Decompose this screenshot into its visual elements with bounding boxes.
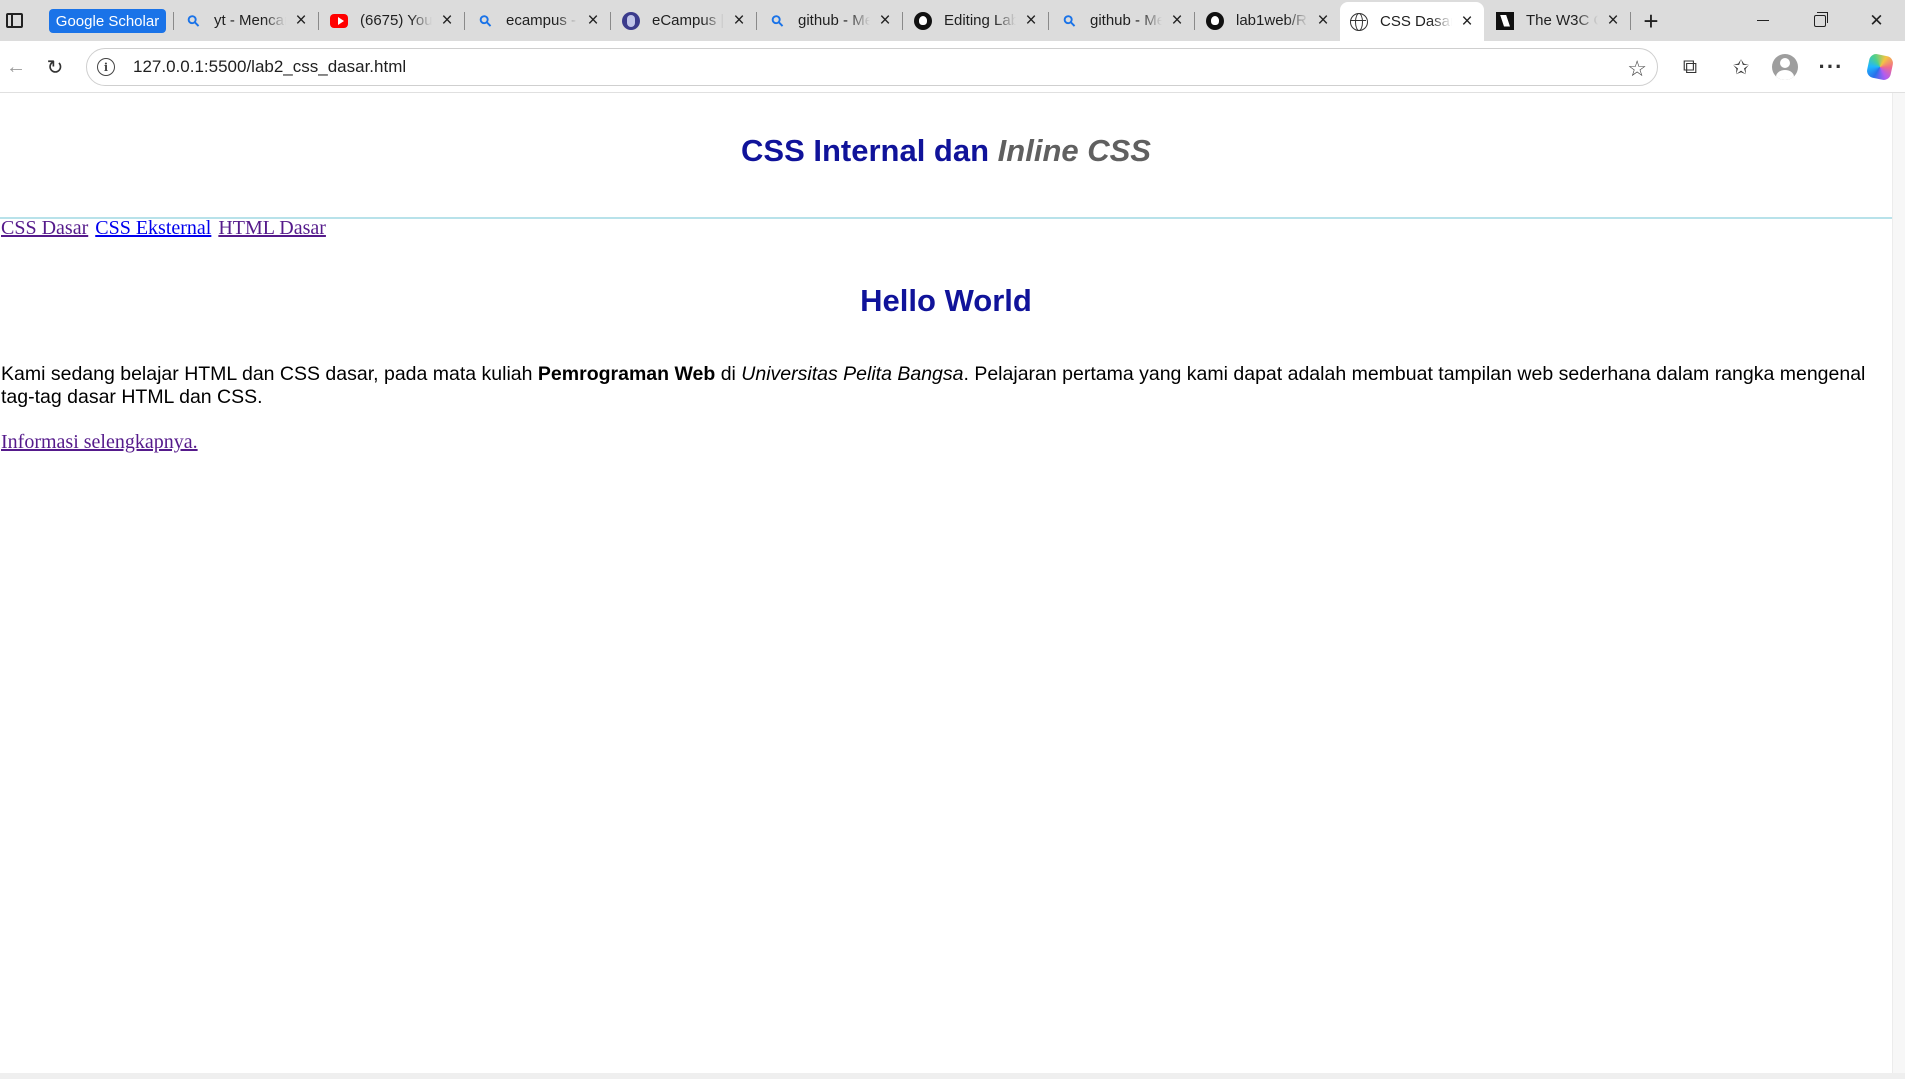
window-close-icon[interactable]: ✕	[1848, 0, 1905, 41]
close-icon[interactable]: ×	[730, 10, 748, 31]
page-title-plain: CSS Internal dan	[741, 133, 998, 168]
paragraph-italic: Universitas Pelita Bangsa	[741, 363, 964, 385]
close-icon[interactable]: ×	[1604, 10, 1622, 31]
tab-label: github - Mencari	[798, 12, 870, 29]
tab-label: yt - Mencari	[214, 12, 286, 29]
back-icon[interactable]: ←	[0, 51, 32, 83]
paragraph-text: Kami sedang belajar HTML dan CSS dasar, …	[1, 363, 538, 385]
more-info-link[interactable]: Informasi selengkapnya.	[1, 431, 198, 454]
tab-label: lab1web/README	[1236, 12, 1308, 29]
address-bar[interactable]: i 127.0.0.1:5500/lab2_css_dasar.html ☆	[86, 48, 1658, 86]
paragraph-bold: Pemrograman Web	[537, 363, 716, 385]
address-url[interactable]: 127.0.0.1:5500/lab2_css_dasar.html	[133, 57, 406, 77]
new-tab-icon[interactable]: +	[1636, 6, 1666, 36]
search-icon: ⚲	[767, 10, 788, 31]
reload-icon[interactable]: ↻	[39, 51, 71, 83]
tab-editing-lab[interactable]: Editing Lab ×	[904, 4, 1049, 37]
tab-label: (6675) YouTube	[360, 12, 432, 29]
tab-youtube[interactable]: (6675) YouTube ×	[320, 4, 465, 37]
page-nav: CSS Dasar CSS Eksternal HTML Dasar	[1, 217, 328, 240]
favorite-star-icon[interactable]: ☆	[1627, 56, 1647, 82]
globe-icon	[1350, 12, 1368, 31]
tab-label: CSS Dasar	[1380, 13, 1452, 30]
close-icon[interactable]: ×	[1168, 10, 1186, 31]
profile-avatar[interactable]	[1769, 51, 1801, 83]
window-bottom-edge	[0, 1073, 1905, 1079]
content-heading: Hello World	[860, 283, 1032, 318]
close-icon[interactable]: ×	[584, 10, 602, 31]
tab-lab1web[interactable]: lab1web/README ×	[1196, 4, 1340, 37]
page-scrollbar[interactable]	[1892, 93, 1905, 1076]
tab-google-scholar[interactable]: Google Scholar	[49, 9, 166, 33]
ecampus-icon	[622, 11, 640, 30]
copilot-icon[interactable]	[1864, 51, 1896, 83]
search-icon: ⚲	[183, 10, 204, 31]
nav-link-css-dasar[interactable]: CSS Dasar	[1, 217, 88, 239]
site-info-icon[interactable]: i	[97, 58, 115, 76]
browser-toolbar: ← ↻ i 127.0.0.1:5500/lab2_css_dasar.html…	[0, 41, 1905, 93]
tab-label: The W3C CSS	[1526, 12, 1598, 29]
nav-link-css-eksternal[interactable]: CSS Eksternal	[95, 217, 211, 239]
tab-label: ecampus - Cari	[506, 12, 578, 29]
tab-css-dasar[interactable]: CSS Dasar ×	[1340, 2, 1484, 41]
window-controls: ✕	[1734, 0, 1905, 41]
tab-actions-icon[interactable]	[0, 0, 28, 41]
tab-ecampus-search[interactable]: ⚲ ecampus - Cari ×	[466, 4, 611, 37]
minimize-icon[interactable]	[1734, 0, 1791, 41]
content-paragraph: Kami sedang belajar HTML dan CSS dasar, …	[1, 363, 1881, 409]
tab-label: Google Scholar	[55, 12, 160, 30]
more-options-icon[interactable]: ···	[1815, 51, 1847, 83]
close-icon[interactable]: ×	[292, 10, 310, 31]
tab-label: github - Mencari	[1090, 12, 1162, 29]
paragraph-text: di	[715, 363, 742, 385]
nav-link-html-dasar[interactable]: HTML Dasar	[218, 217, 326, 239]
search-icon: ⚲	[475, 10, 496, 31]
favorites-icon[interactable]: ✩	[1725, 51, 1757, 83]
tab-github-search[interactable]: ⚲ github - Mencari ×	[758, 4, 903, 37]
github-icon	[914, 11, 932, 30]
tab-w3c[interactable]: The W3C CSS ×	[1486, 4, 1631, 37]
page-header: CSS Internal dan Inline CSS	[0, 133, 1892, 169]
youtube-icon	[330, 12, 348, 30]
close-icon[interactable]: ×	[1022, 10, 1040, 31]
close-icon[interactable]: ×	[438, 10, 456, 31]
github-icon	[1206, 11, 1224, 30]
page-title-italic: Inline CSS	[997, 133, 1151, 168]
close-icon[interactable]: ×	[1314, 10, 1332, 31]
close-icon[interactable]: ×	[1458, 11, 1476, 32]
tab-github-search-2[interactable]: ⚲ github - Mencari ×	[1050, 4, 1195, 37]
tab-ecampus[interactable]: eCampus | Univ ×	[612, 4, 757, 37]
page-viewport: CSS Internal dan Inline CSS CSS Dasar CS…	[0, 93, 1892, 1076]
page-title: CSS Internal dan Inline CSS	[0, 133, 1892, 169]
restore-icon[interactable]	[1791, 0, 1848, 41]
w3c-icon	[1496, 11, 1514, 30]
tab-yt-search[interactable]: ⚲ yt - Mencari ×	[174, 4, 319, 37]
tab-label: eCampus | Univ	[652, 12, 724, 29]
close-icon[interactable]: ×	[876, 10, 894, 31]
tab-strip: Google Scholar ⚲ yt - Mencari × (6675) Y…	[0, 0, 1905, 41]
search-icon: ⚲	[1059, 10, 1080, 31]
tab-label: Editing Lab	[944, 12, 1016, 29]
extensions-icon[interactable]: ⧉	[1674, 51, 1706, 83]
